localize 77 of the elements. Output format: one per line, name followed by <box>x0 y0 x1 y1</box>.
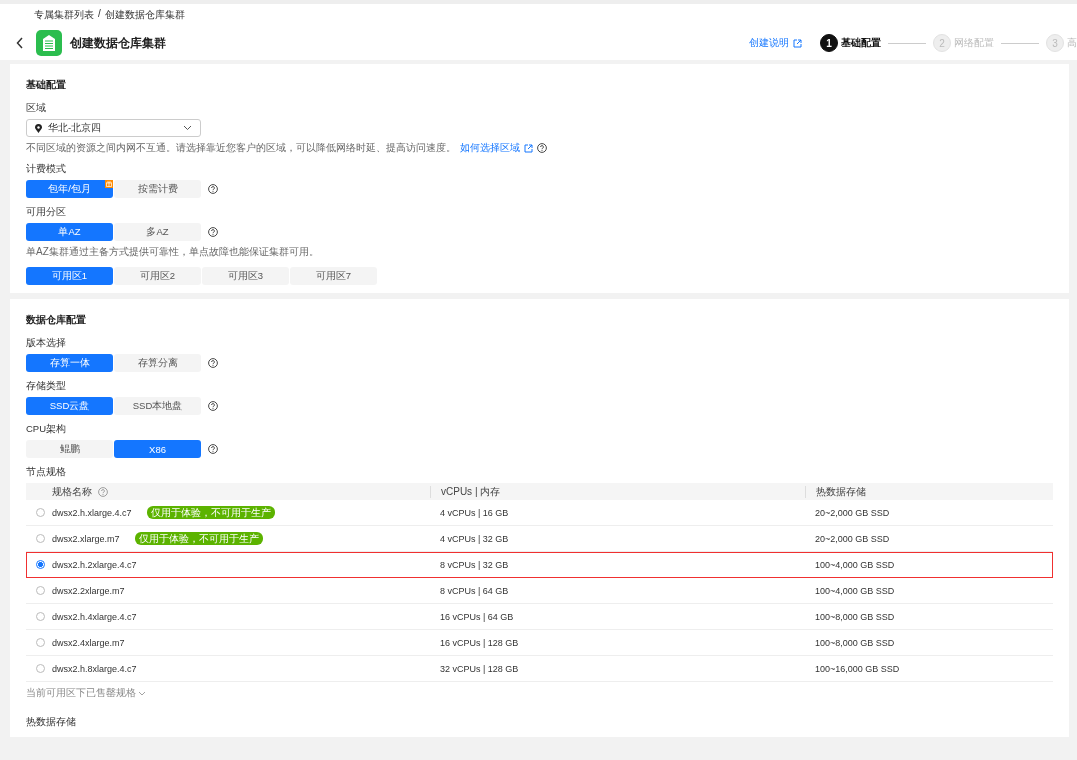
table-cell: 16 vCPUs | 64 GB <box>440 611 514 622</box>
table-cell: 4 vCPUs | 16 GB <box>440 507 509 518</box>
tag: 仅用于体验，不可用于生产 <box>146 506 275 519</box>
tag: 仅用于体验，不可用于生产 <box>134 532 263 545</box>
table-cell: dwsx2.2xlarge.m7 <box>52 585 125 596</box>
option-button[interactable]: SSD云盘 <box>26 397 113 415</box>
sold-out-toggle[interactable]: 当前可用区下已售罄规格 <box>26 686 136 700</box>
external-link-icon[interactable] <box>793 38 802 48</box>
option-button[interactable]: 按需计费 <box>114 180 201 198</box>
table-cell: 100~8,000 GB SSD <box>815 611 895 622</box>
field-label: 区域 <box>26 102 47 115</box>
help-icon[interactable] <box>208 401 218 411</box>
option-button[interactable]: SSD本地盘 <box>114 397 201 415</box>
help-icon[interactable] <box>537 143 547 153</box>
table-cell: dwsx2.h.2xlarge.4.c7 <box>52 559 137 570</box>
table-cell: dwsx2.h.xlarge.4.c7 <box>52 507 132 518</box>
breadcrumb-separator: / <box>98 8 101 21</box>
table-cell: dwsx2.xlarge.m7 <box>52 533 120 544</box>
section-title: 基础配置 <box>26 78 67 92</box>
option-button[interactable]: 可用区3 <box>202 267 289 285</box>
table-cell: 4 vCPUs | 32 GB <box>440 533 509 544</box>
option-button[interactable]: X86 <box>114 440 201 458</box>
help-icon[interactable] <box>208 227 218 237</box>
option-button[interactable]: 存算一体 <box>26 354 113 372</box>
option-button[interactable]: 可用区7 <box>290 267 377 285</box>
step-label: 高 <box>1067 36 1077 50</box>
option-button[interactable]: 鲲鹏 <box>26 440 113 458</box>
field-label: 节点规格 <box>26 466 67 479</box>
breadcrumb-item: 创建数据仓库集群 <box>104 8 185 22</box>
table-cell: 100~4,000 GB SSD <box>815 585 895 596</box>
step-number: 1 <box>820 34 838 52</box>
help-link[interactable]: 创建说明 <box>749 36 789 50</box>
field-label: 可用分区 <box>26 206 67 219</box>
table-cell: dwsx2.h.8xlarge.4.c7 <box>52 663 137 674</box>
field-label: 版本选择 <box>26 337 67 350</box>
field-label: CPU架构 <box>26 423 68 436</box>
option-button[interactable]: 包年/包月 <box>26 180 113 198</box>
region-select[interactable]: 华北-北京四 <box>26 119 201 137</box>
table-cell: 20~2,000 GB SSD <box>815 507 890 518</box>
table-cell: 100~8,000 GB SSD <box>815 637 895 648</box>
column-header: 热数据存储 <box>816 484 866 499</box>
option-button[interactable]: 可用区2 <box>114 267 201 285</box>
table-cell: 16 vCPUs | 128 GB <box>440 637 519 648</box>
help-icon[interactable] <box>208 358 218 368</box>
back-icon[interactable] <box>16 37 24 49</box>
hint-text: 不同区域的资源之间内网不互通。请选择靠近您客户的区域，可以降低网络时延、提高访问速度。 <box>26 141 456 155</box>
hint-text: 单AZ集群通过主备方式提供可靠性，单点故障也能保证集群可用。 <box>26 245 320 259</box>
table-cell: dwsx2.h.4xlarge.4.c7 <box>52 611 137 622</box>
section-title: 数据仓库配置 <box>26 313 87 327</box>
step-label: 基础配置 <box>841 36 881 50</box>
chevron-down-icon[interactable] <box>138 690 146 696</box>
help-link[interactable]: 如何选择区域 <box>460 141 520 155</box>
table-cell: 32 vCPUs | 128 GB <box>440 663 519 674</box>
field-label: 存储类型 <box>26 380 67 393</box>
table-cell: 100~4,000 GB SSD <box>815 559 895 570</box>
location-pin-icon <box>35 123 42 133</box>
radio-button[interactable] <box>36 560 45 569</box>
table-cell: 100~16,000 GB SSD <box>815 663 900 674</box>
breadcrumb-item[interactable]: 专属集群列表 <box>34 8 94 22</box>
table-cell: 8 vCPUs | 64 GB <box>440 585 509 596</box>
option-button[interactable]: 单AZ <box>26 223 113 241</box>
help-icon[interactable] <box>208 184 218 194</box>
column-header: 规格名称 <box>52 484 92 499</box>
help-icon[interactable] <box>208 444 218 454</box>
chevron-down-icon <box>183 125 192 131</box>
document-icon <box>36 30 62 56</box>
table-cell: 8 vCPUs | 32 GB <box>440 559 509 570</box>
option-button[interactable]: 存算分离 <box>114 354 201 372</box>
field-label: 计费模式 <box>26 163 67 176</box>
table-cell: 20~2,000 GB SSD <box>815 533 890 544</box>
field-label: 热数据存储 <box>26 716 77 729</box>
external-link-icon[interactable] <box>524 143 533 153</box>
option-button[interactable]: 多AZ <box>114 223 201 241</box>
option-button[interactable]: 可用区1 <box>26 267 113 285</box>
column-header: vCPUs | 内存 <box>441 484 501 499</box>
page-title: 创建数据仓库集群 <box>70 34 166 52</box>
table-cell: dwsx2.4xlarge.m7 <box>52 637 125 648</box>
